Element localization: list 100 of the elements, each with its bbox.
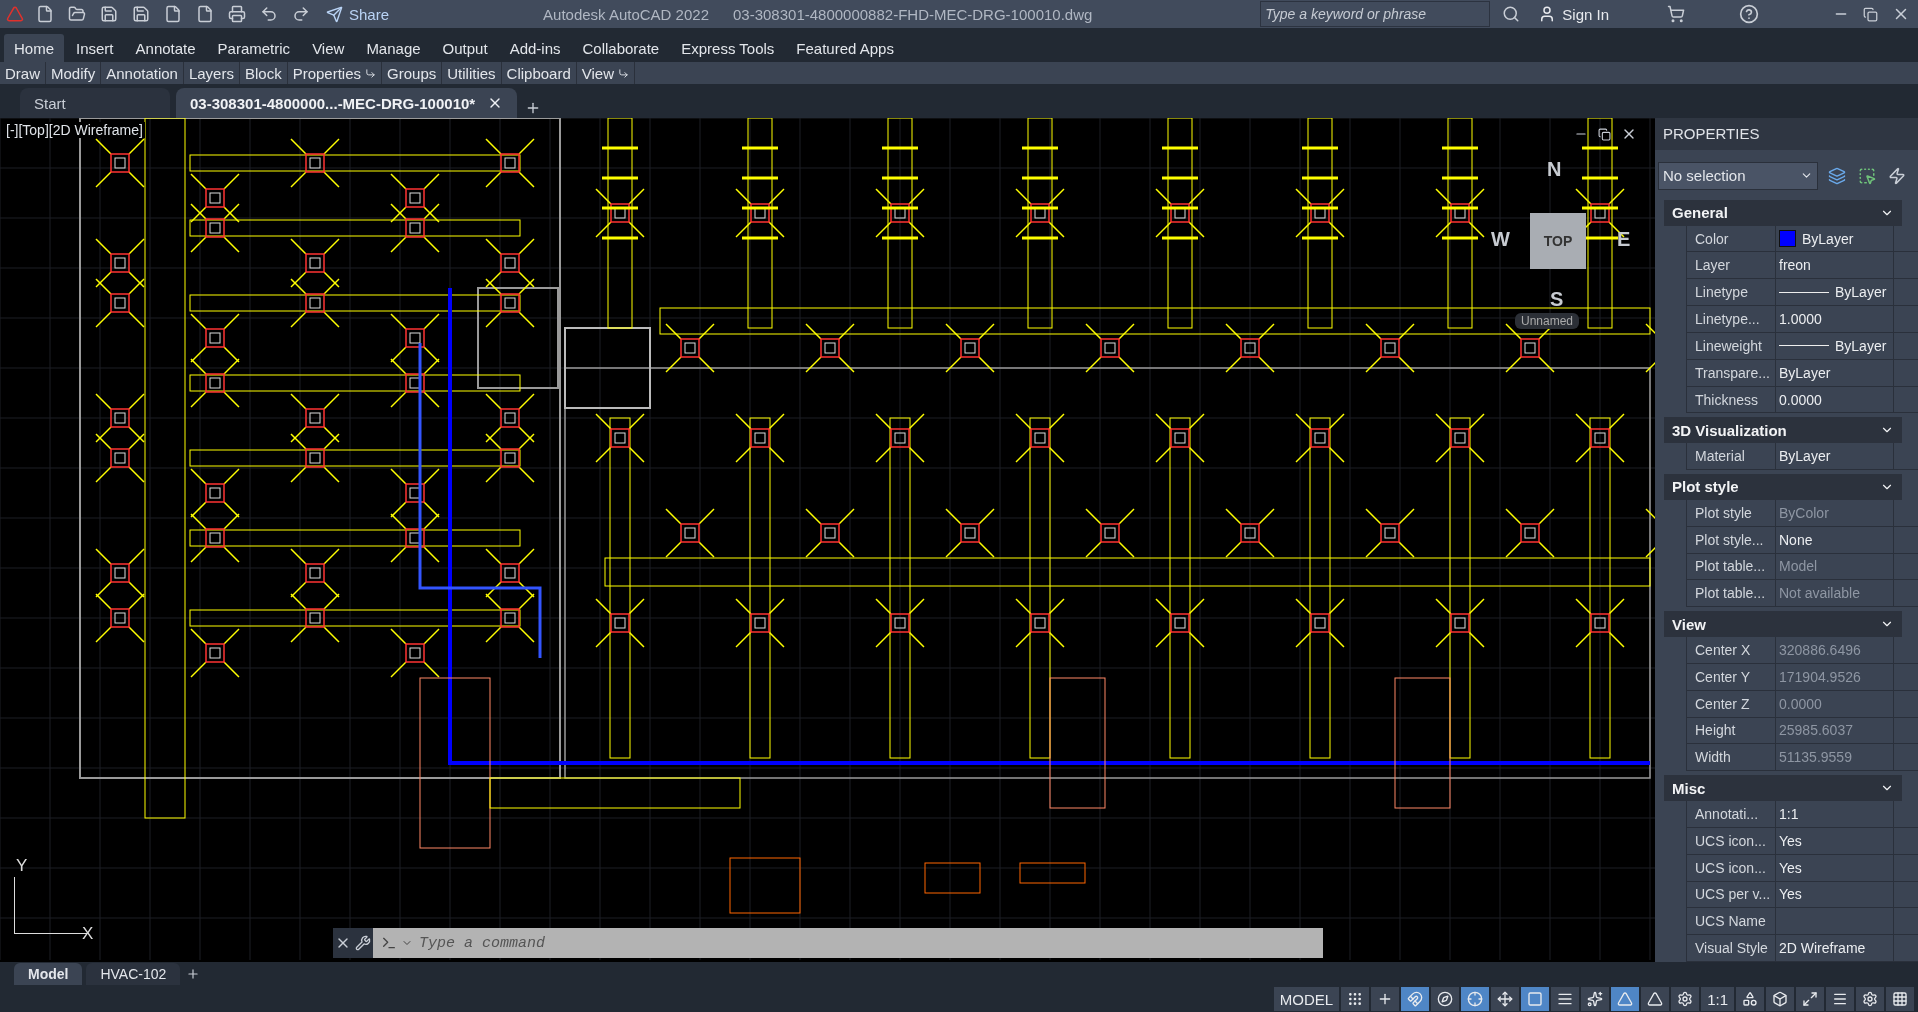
property-value[interactable]: freon	[1776, 252, 1894, 279]
viewport-label[interactable]: [-][Top][2D Wireframe]	[4, 122, 145, 138]
status-toggle-icon[interactable]	[1766, 987, 1794, 1011]
section-header[interactable]: View	[1664, 611, 1902, 638]
command-field[interactable]: Type a command	[417, 928, 1323, 958]
status-toggle-icon[interactable]	[1551, 987, 1580, 1011]
status-toggle-icon[interactable]	[1581, 987, 1610, 1011]
property-value[interactable]: ByLayer	[1776, 279, 1894, 306]
status-toggle-icon[interactable]	[1886, 987, 1914, 1011]
status-toggle-icon[interactable]	[1431, 987, 1460, 1011]
layout-tab[interactable]: HVAC-102	[86, 963, 181, 985]
property-label: UCS icon...	[1686, 827, 1776, 854]
property-value[interactable]: 1.0000	[1776, 306, 1894, 332]
ucs-y-label: Y	[16, 856, 28, 876]
property-label: Material	[1686, 443, 1776, 470]
ribbon-tab[interactable]: Add-ins	[499, 34, 571, 62]
property-value[interactable]: ByLayer	[1776, 359, 1894, 386]
status-toggle-icon[interactable]	[1401, 987, 1430, 1011]
property-value[interactable]: 1:1	[1776, 801, 1894, 827]
ribbon-tab[interactable]: View	[302, 34, 355, 62]
status-toggle-icon[interactable]	[1491, 987, 1520, 1011]
property-value[interactable]: Yes	[1776, 827, 1894, 854]
send-icon	[326, 5, 343, 23]
ribbon-tab[interactable]: Manage	[356, 34, 431, 62]
property-label: Color	[1686, 225, 1776, 252]
file-tab[interactable]: Start	[20, 88, 170, 118]
status-toggle-icon[interactable]	[1826, 987, 1854, 1011]
sign-in-button[interactable]: Sign In	[1532, 4, 1615, 24]
property-label: Lineweight	[1686, 332, 1776, 359]
search-field[interactable]: Type a keyword or phrase	[1260, 1, 1491, 27]
property-label: Center Y	[1686, 663, 1776, 690]
ribbon-tab[interactable]: Home	[4, 34, 64, 62]
file-title: 03-308301-4800000882-FHD-MEC-DRG-100010.dwg	[733, 5, 1093, 23]
status-button[interactable]: 1:1	[1701, 987, 1734, 1011]
property-label: Linetype	[1686, 279, 1776, 306]
property-value[interactable]: 2D Wireframe	[1776, 935, 1894, 961]
property-label: Height	[1686, 717, 1776, 744]
app-title: Autodesk AutoCAD 2022	[543, 5, 709, 23]
launcher-arrow-icon[interactable]	[618, 67, 630, 79]
north-label[interactable]: N	[1547, 158, 1562, 181]
section-header[interactable]: 3D Visualization	[1664, 417, 1902, 444]
property-label: Width	[1686, 744, 1776, 771]
property-value[interactable]: ByLayer	[1776, 225, 1894, 252]
property-label: Plot style	[1686, 499, 1776, 526]
property-label: Linetype...	[1686, 306, 1776, 332]
selection-dropdown[interactable]: No selection	[1658, 161, 1818, 190]
ucs-menu[interactable]: Unnamed	[1515, 313, 1580, 329]
property-label: Transpare...	[1686, 359, 1776, 386]
property-label: Layer	[1686, 252, 1776, 279]
property-label: Plot style...	[1686, 526, 1776, 553]
property-label: UCS per v...	[1686, 881, 1776, 908]
east-label[interactable]: E	[1617, 228, 1631, 251]
property-value[interactable]: ByLayer	[1776, 443, 1894, 470]
status-toggle-icon[interactable]	[1796, 987, 1824, 1011]
share-button[interactable]: Share	[322, 5, 394, 23]
ribbon-tab[interactable]: Collaborate	[572, 34, 670, 62]
status-toggle-icon[interactable]	[1371, 987, 1400, 1011]
status-toggle-icon[interactable]	[1856, 987, 1884, 1011]
ribbon-tab[interactable]: Parametric	[207, 34, 301, 62]
ribbon-tab[interactable]: Insert	[66, 34, 124, 62]
status-toggle-icon[interactable]	[1611, 987, 1640, 1011]
layout-tab[interactable]: Model	[14, 963, 83, 985]
property-label: Visual Style	[1686, 935, 1776, 961]
section-header[interactable]: Misc	[1664, 775, 1902, 801]
status-toggle-icon[interactable]	[1671, 987, 1700, 1011]
status-toggle-icon[interactable]	[1521, 987, 1550, 1011]
property-label: UCS Name	[1686, 908, 1776, 935]
section-header[interactable]: General	[1664, 199, 1902, 226]
status-toggle-icon[interactable]	[1341, 987, 1370, 1011]
property-label: Center Z	[1686, 690, 1776, 717]
ribbon-tab[interactable]: Output	[432, 34, 498, 62]
west-label[interactable]: W	[1491, 228, 1510, 251]
ribbon-tab[interactable]: Featured Apps	[786, 34, 904, 62]
status-button[interactable]: MODEL	[1273, 987, 1340, 1011]
viewcube-top-face[interactable]: TOP	[1530, 213, 1586, 269]
property-label: Thickness	[1686, 386, 1776, 413]
property-value[interactable]: Yes	[1776, 854, 1894, 881]
status-toggle-icon[interactable]	[1736, 987, 1764, 1011]
ribbon-tab[interactable]: Express Tools	[671, 34, 785, 62]
property-value[interactable]: None	[1776, 526, 1894, 553]
cart-icon[interactable]	[1665, 3, 1687, 25]
file-tab[interactable]: 03-308301-4800000...-MEC-DRG-100010*	[176, 88, 518, 118]
help-icon[interactable]	[1737, 2, 1761, 26]
property-value[interactable]: Yes	[1776, 881, 1894, 908]
property-value[interactable]: ByLayer	[1776, 332, 1894, 359]
launcher-arrow-icon[interactable]	[365, 67, 377, 79]
line-sample-icon	[1779, 291, 1829, 293]
section-header[interactable]: Plot style	[1664, 474, 1902, 500]
property-label: Plot table...	[1686, 553, 1776, 580]
status-toggle-icon[interactable]	[1641, 987, 1670, 1011]
property-label: Annotati...	[1686, 801, 1776, 827]
panel-title: PROPERTIES	[1663, 125, 1760, 143]
console-icon	[381, 935, 397, 951]
ribbon-tab[interactable]: Annotate	[125, 34, 206, 62]
property-value[interactable]: 0.0000	[1776, 386, 1894, 413]
print-icon[interactable]	[226, 3, 248, 25]
south-label[interactable]: S	[1550, 288, 1564, 311]
property-label: Center X	[1686, 637, 1776, 663]
property-label: UCS icon...	[1686, 854, 1776, 881]
status-toggle-icon[interactable]	[1461, 987, 1490, 1011]
